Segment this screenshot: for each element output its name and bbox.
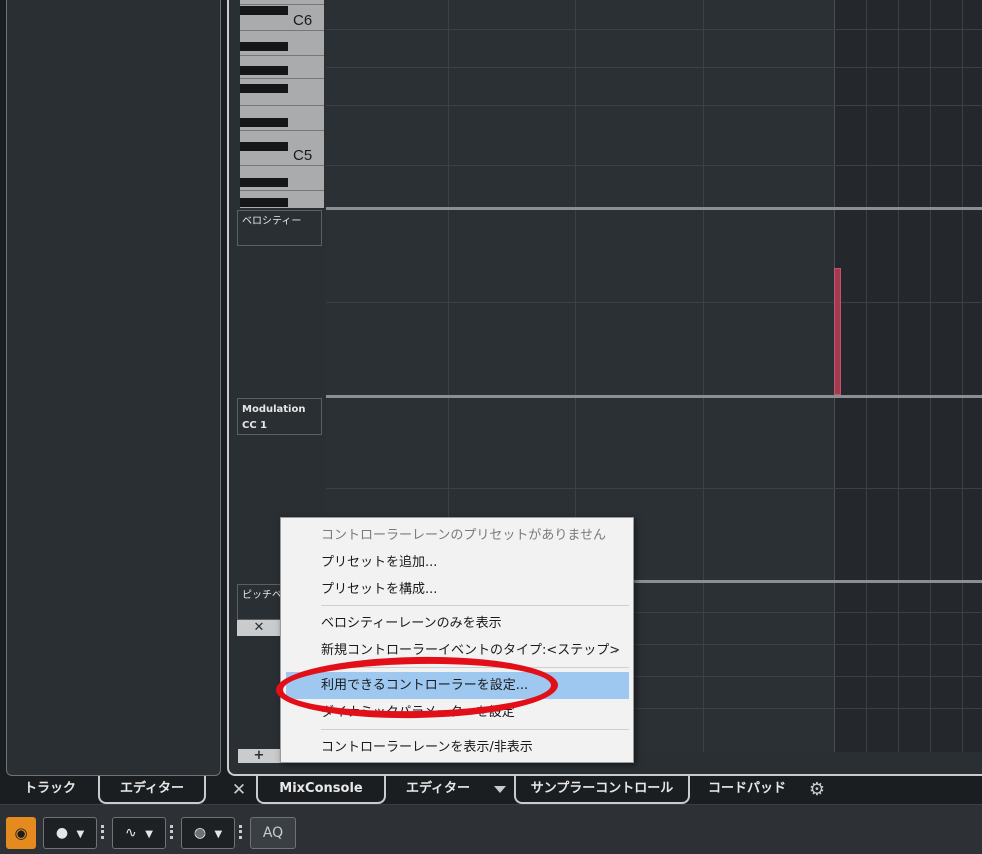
add-lane-button[interactable]: + — [238, 749, 280, 763]
white-key-divider — [240, 165, 324, 166]
bottom-toolbar: ◉ ● ▼ ∿ ▼ ◍ ▼ AQ — [0, 804, 982, 854]
tab-left-editor[interactable]: エディター — [98, 776, 206, 804]
grid-out-of-range — [834, 0, 982, 752]
black-key[interactable] — [240, 178, 288, 187]
chevron-down-icon: ▼ — [214, 829, 223, 840]
modulation-lane-cc: CC 1 — [242, 420, 268, 431]
menu-item-new-event-type-label: 新規コントローラーイベントのタイプ:<ステップ> — [321, 643, 621, 658]
menu-item-no-presets: コントローラーレーンのプリセットがありません — [321, 528, 606, 543]
black-key[interactable] — [240, 198, 288, 207]
midi-port-icon: ◍ — [193, 825, 207, 841]
key-label-c6: C6 — [293, 12, 313, 29]
grip-handle[interactable] — [239, 825, 242, 839]
grip-handle[interactable] — [101, 825, 104, 839]
velocity-lane-text: ベロシティー — [242, 216, 302, 227]
key-label-c5: C5 — [293, 147, 313, 164]
lane-separator[interactable] — [326, 395, 982, 398]
tab-mixconsole[interactable]: MixConsole — [256, 776, 386, 804]
close-icon: ✕ — [253, 620, 265, 635]
grid-line — [898, 0, 899, 752]
close-icon[interactable]: ✕ — [229, 776, 249, 804]
lane-separator[interactable] — [326, 207, 982, 210]
grid-row-line — [326, 29, 982, 30]
grid-row-line — [326, 302, 982, 303]
velocity-lane-label[interactable]: ベロシティー — [237, 210, 322, 246]
menu-separator — [321, 605, 629, 606]
white-key-divider — [240, 78, 324, 79]
tab-editor[interactable]: エディター — [386, 776, 490, 804]
audio-quantize-button[interactable]: AQ — [250, 817, 296, 849]
grid-line — [930, 0, 931, 752]
left-zone — [0, 0, 222, 778]
white-key-divider — [240, 4, 324, 5]
inspector-panel — [6, 0, 221, 776]
black-key[interactable] — [240, 66, 288, 75]
chevron-down-icon: ▼ — [76, 829, 85, 840]
waveform-icon: ∿ — [125, 825, 137, 841]
tab-sampler-control[interactable]: サンプラーコントロール — [514, 776, 690, 804]
remove-lane-button[interactable]: ✕ — [237, 620, 281, 636]
white-key-divider — [240, 55, 324, 56]
grid-line — [962, 0, 963, 752]
grid-row-line — [326, 67, 982, 68]
black-key[interactable] — [240, 84, 288, 93]
grip-handle[interactable] — [170, 825, 173, 839]
black-key[interactable] — [240, 142, 288, 151]
menu-item-organize-presets[interactable]: プリセットを構成... — [281, 576, 633, 603]
menu-item-show-hide-lanes[interactable]: コントローラーレーンを表示/非表示 — [281, 734, 633, 761]
menu-separator — [321, 729, 629, 730]
white-key-divider — [240, 190, 324, 191]
grid-line — [703, 0, 704, 752]
record-icon: ● — [55, 825, 69, 841]
modulation-lane-label[interactable]: Modulation CC 1 — [237, 398, 322, 435]
black-key[interactable] — [240, 118, 288, 127]
chevron-down-icon[interactable] — [494, 786, 506, 793]
constrain-delay-icon[interactable]: ◉ — [6, 817, 36, 849]
midi-button[interactable]: ◍ ▼ — [181, 817, 235, 849]
white-key-divider — [240, 105, 324, 106]
piano-keyboard[interactable]: C6 C5 — [240, 0, 324, 208]
tab-tracks[interactable]: トラック — [0, 776, 100, 804]
modulation-lane-name: Modulation — [242, 404, 306, 415]
black-key[interactable] — [240, 6, 288, 15]
black-key[interactable] — [240, 42, 288, 51]
plus-icon: + — [253, 748, 265, 763]
daw-window: C6 C5 ベロシティー Modulation CC 1 ピッチベン — [0, 0, 982, 854]
velocity-bar[interactable] — [834, 268, 841, 395]
gear-icon[interactable]: ⚙ — [806, 779, 828, 801]
controller-lane-context-menu: コントローラーレーンのプリセットがありません プリセットを追加... プリセット… — [280, 517, 634, 763]
menu-item-add-preset[interactable]: プリセットを追加... — [281, 549, 633, 576]
grid-line — [866, 0, 867, 752]
zone-tab-bar: トラック エディター ✕ MixConsole エディター サンプラーコントロー… — [0, 776, 982, 804]
menu-item-velocity-only[interactable]: ベロシティーレーンのみを表示 — [281, 610, 633, 637]
grid-row-line — [326, 165, 982, 166]
white-key-divider — [240, 130, 324, 131]
grid-row-line — [326, 488, 982, 489]
grid-row-line — [326, 105, 982, 106]
record-mode-button[interactable]: ● ▼ — [43, 817, 97, 849]
submenu-arrow-icon: › — [614, 643, 619, 657]
chevron-down-icon: ▼ — [145, 829, 153, 840]
audio-waveform-button[interactable]: ∿ ▼ — [112, 817, 166, 849]
pitchbend-lane-text: ピッチベン — [242, 590, 281, 601]
pitchbend-lane-label[interactable]: ピッチベン — [237, 584, 281, 620]
white-key-divider — [240, 30, 324, 31]
tab-chord-pads[interactable]: コードパッド — [694, 776, 800, 804]
